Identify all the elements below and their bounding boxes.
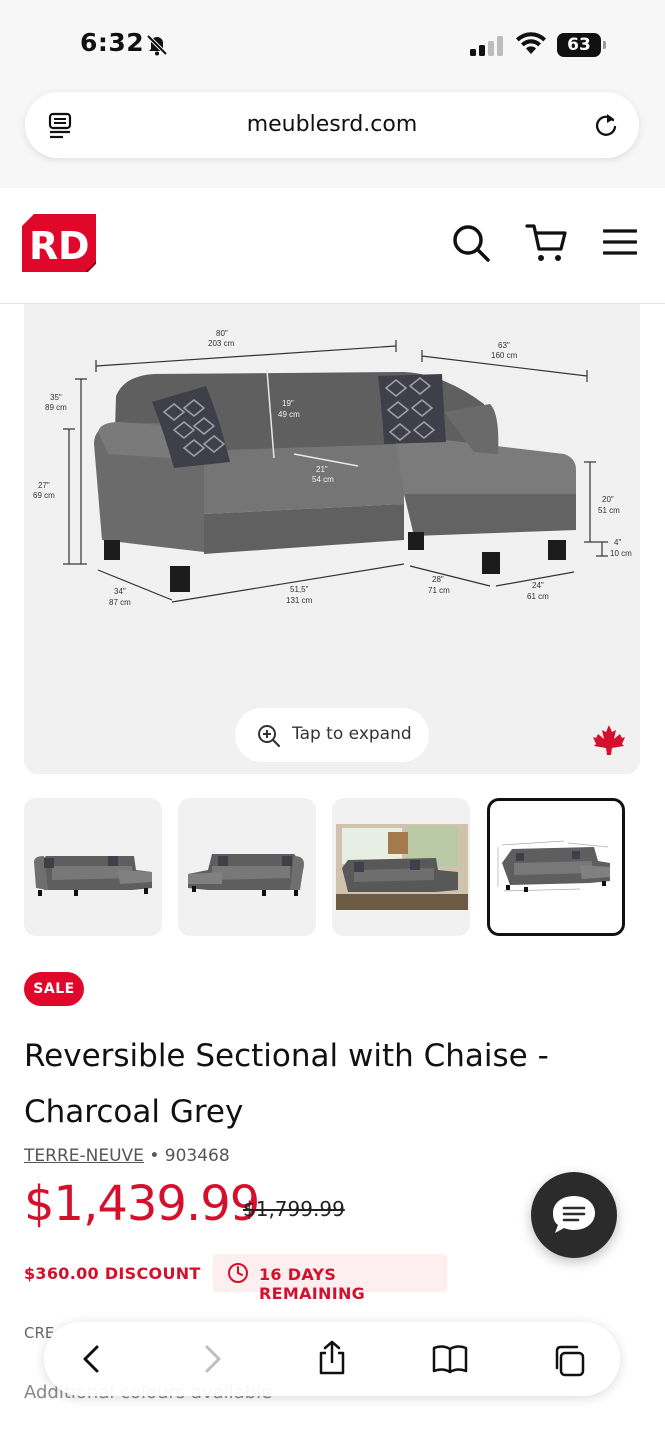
dim-depth-cm: 87 cm xyxy=(109,598,131,607)
address-bar[interactable]: meublesrd.com xyxy=(25,92,639,158)
product-title: Reversible Sectional with Chaise - Charc… xyxy=(24,1038,549,1130)
site-header: R D xyxy=(0,188,665,304)
zoom-in-icon xyxy=(258,725,281,748)
dim-height: 35" xyxy=(50,393,62,402)
dim-seat-width: 51,5" xyxy=(290,585,309,594)
meta-separator: • xyxy=(149,1146,160,1166)
signal-icon xyxy=(470,36,503,56)
search-icon[interactable] xyxy=(452,224,490,262)
share-icon[interactable] xyxy=(316,1340,348,1376)
dim-seat-height: 20" xyxy=(602,495,614,504)
dim-overall-width-cm: 203 cm xyxy=(208,339,235,348)
expand-label: Tap to expand xyxy=(292,724,412,744)
back-icon[interactable] xyxy=(80,1344,102,1374)
dim-overall-width: 80" xyxy=(216,329,228,338)
svg-text:D: D xyxy=(58,224,90,268)
dim-leg-height: 4" xyxy=(614,538,621,547)
sale-price: $1,439.99 xyxy=(24,1176,260,1232)
dim-height-cm: 89 cm xyxy=(45,403,67,412)
bookmarks-icon[interactable] xyxy=(431,1344,469,1374)
days-remaining-pill: 16 DAYS REMAINING xyxy=(213,1254,447,1303)
sofa-dimension-drawing: 80" 203 cm 63" 160 cm 35" 89 cm 27" 69 c… xyxy=(33,329,632,607)
maple-leaf-icon xyxy=(593,725,625,755)
dim-seat-depth-cm: 54 cm xyxy=(312,475,334,484)
forward-icon[interactable] xyxy=(202,1344,224,1374)
tap-to-expand-button[interactable]: Tap to expand xyxy=(235,708,429,762)
days-remaining-label: 16 DAYS REMAINING xyxy=(259,1265,366,1303)
dim-chaise-length: 63" xyxy=(498,341,510,350)
url-text[interactable]: meublesrd.com xyxy=(25,112,639,137)
battery-indicator: 63 xyxy=(557,33,606,57)
sofa-thumbnail-1 xyxy=(34,856,152,896)
status-bar: 6:32 63 xyxy=(0,0,665,88)
dim-seat-height-cm: 51 cm xyxy=(598,506,620,515)
dim-chaise-width-cm: 71 cm xyxy=(428,586,450,595)
thumbnail-1[interactable] xyxy=(24,798,162,936)
product-main-image[interactable]: 80" 203 cm 63" 160 cm 35" 89 cm 27" 69 c… xyxy=(24,304,640,774)
dim-arm-height: 27" xyxy=(38,481,50,490)
thumbnail-2[interactable] xyxy=(178,798,316,936)
collection-link[interactable]: TERRE-NEUVE xyxy=(24,1146,144,1166)
rd-logo[interactable]: R D xyxy=(22,214,96,272)
thumbnail-4-selected[interactable] xyxy=(487,798,625,936)
dimension-thumbnail-4 xyxy=(497,840,610,892)
dim-back-depth-cm: 49 cm xyxy=(278,410,300,419)
tabs-icon[interactable] xyxy=(552,1344,586,1378)
room-thumbnail-3 xyxy=(336,824,468,910)
dim-chaise-width: 28" xyxy=(432,575,444,584)
discount-label: $360.00 DISCOUNT xyxy=(24,1264,201,1283)
menu-icon[interactable] xyxy=(603,229,637,255)
original-price: $1,799.99 xyxy=(243,1197,345,1221)
dim-chaise-length-cm: 160 cm xyxy=(491,351,518,360)
product-meta: TERRE-NEUVE • 903468 xyxy=(24,1146,230,1166)
chat-button[interactable] xyxy=(531,1172,617,1258)
svg-text:R: R xyxy=(29,224,58,268)
thumbnail-3[interactable] xyxy=(332,798,470,936)
dim-chaise-depth-cm: 61 cm xyxy=(527,592,549,601)
wifi-icon xyxy=(516,32,546,54)
chat-bubble-icon xyxy=(553,1196,595,1233)
clock-icon xyxy=(228,1263,248,1283)
dim-back-depth: 19" xyxy=(282,399,294,408)
dim-chaise-depth: 24" xyxy=(532,581,544,590)
sale-badge: SALE xyxy=(24,972,84,1006)
dim-depth: 34" xyxy=(114,587,126,596)
dim-leg-height-cm: 10 cm xyxy=(610,549,632,558)
dim-seat-depth: 21" xyxy=(316,465,328,474)
product-sku: 903468 xyxy=(164,1146,230,1166)
dim-arm-height-cm: 69 cm xyxy=(33,491,55,500)
bell-slash-icon xyxy=(146,34,168,56)
reload-icon[interactable] xyxy=(593,111,619,139)
dim-seat-width-cm: 131 cm xyxy=(286,596,313,605)
sofa-thumbnail-2 xyxy=(188,854,304,896)
status-time: 6:32 xyxy=(80,28,145,57)
browser-toolbar xyxy=(44,1322,620,1396)
cart-icon[interactable] xyxy=(525,222,567,264)
